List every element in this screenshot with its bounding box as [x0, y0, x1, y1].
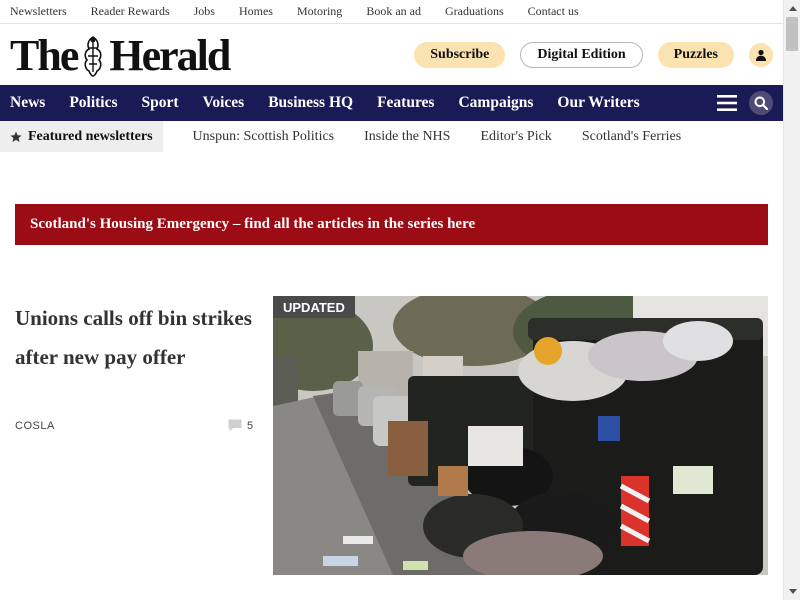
- logo-text-herald: Herald: [109, 31, 231, 80]
- nav-item-news[interactable]: News: [10, 94, 45, 112]
- housing-emergency-banner[interactable]: Scotland's Housing Emergency – find all …: [15, 204, 768, 245]
- newsletter-link-editors-pick[interactable]: Editor's Pick: [480, 129, 551, 145]
- digital-edition-button[interactable]: Digital Edition: [520, 42, 643, 68]
- featured-newsletters-tab[interactable]: Featured newsletters: [0, 121, 163, 152]
- newsletter-link-scotlands-ferries[interactable]: Scotland's Ferries: [582, 129, 681, 145]
- utility-link-jobs[interactable]: Jobs: [194, 4, 215, 19]
- comment-count[interactable]: 5: [228, 419, 253, 432]
- newsletter-link-unspun[interactable]: Unspun: Scottish Politics: [193, 129, 335, 145]
- utility-link-motoring[interactable]: Motoring: [297, 4, 342, 19]
- logo-text-the: The: [10, 31, 79, 80]
- story-photo-illustration: [273, 296, 768, 575]
- scroll-thumb[interactable]: [786, 17, 798, 51]
- crest-icon: [84, 36, 102, 77]
- comment-icon: [228, 419, 242, 432]
- scroll-down-button[interactable]: [784, 583, 800, 600]
- search-button[interactable]: [749, 91, 773, 115]
- site-logo[interactable]: The Herald: [10, 31, 231, 80]
- banner-text: Scotland's Housing Emergency – find all …: [30, 216, 476, 232]
- nav-item-politics[interactable]: Politics: [69, 94, 117, 112]
- newsletter-link-inside-the-nhs[interactable]: Inside the NHS: [364, 129, 450, 145]
- main-nav: News Politics Sport Voices Business HQ F…: [0, 85, 783, 121]
- hamburger-menu-icon[interactable]: [717, 94, 737, 112]
- story-image[interactable]: UPDATED: [273, 296, 768, 575]
- updated-badge: UPDATED: [273, 296, 355, 318]
- search-icon: [754, 96, 768, 110]
- newsletter-bar: Featured newsletters Unspun: Scottish Po…: [0, 121, 783, 152]
- puzzles-button[interactable]: Puzzles: [657, 42, 734, 68]
- nav-item-business-hq[interactable]: Business HQ: [268, 94, 353, 112]
- utility-link-book-an-ad[interactable]: Book an ad: [366, 4, 421, 19]
- page-scrollbar[interactable]: [783, 0, 800, 600]
- masthead-actions: Subscribe Digital Edition Puzzles: [399, 42, 773, 68]
- nav-item-our-writers[interactable]: Our Writers: [557, 94, 639, 112]
- star-icon: [10, 131, 22, 142]
- nav-item-campaigns[interactable]: Campaigns: [458, 94, 533, 112]
- utility-link-newsletters[interactable]: Newsletters: [10, 4, 67, 19]
- nav-item-sport[interactable]: Sport: [142, 94, 179, 112]
- story-tag[interactable]: COSLA: [15, 420, 55, 432]
- nav-item-voices[interactable]: Voices: [203, 94, 245, 112]
- user-icon: [756, 49, 766, 61]
- utility-link-reader-rewards[interactable]: Reader Rewards: [91, 4, 170, 19]
- masthead: The Herald Subscribe Digital Edition Puz…: [0, 25, 783, 85]
- subscribe-button[interactable]: Subscribe: [414, 42, 506, 68]
- nav-item-features[interactable]: Features: [377, 94, 434, 112]
- utility-link-contact-us[interactable]: Contact us: [528, 4, 579, 19]
- featured-newsletters-label: Featured newsletters: [28, 128, 153, 144]
- utility-link-graduations[interactable]: Graduations: [445, 4, 504, 19]
- comment-count-value: 5: [247, 419, 254, 432]
- story-headline[interactable]: Unions calls off bin strikes after new p…: [15, 299, 255, 377]
- utility-link-homes[interactable]: Homes: [239, 4, 273, 19]
- utility-bar: Newsletters Reader Rewards Jobs Homes Mo…: [0, 0, 783, 24]
- scroll-up-arrow-icon: [788, 6, 797, 11]
- account-button[interactable]: [749, 43, 773, 67]
- scroll-up-button[interactable]: [784, 0, 800, 17]
- scroll-down-arrow-icon: [788, 589, 797, 594]
